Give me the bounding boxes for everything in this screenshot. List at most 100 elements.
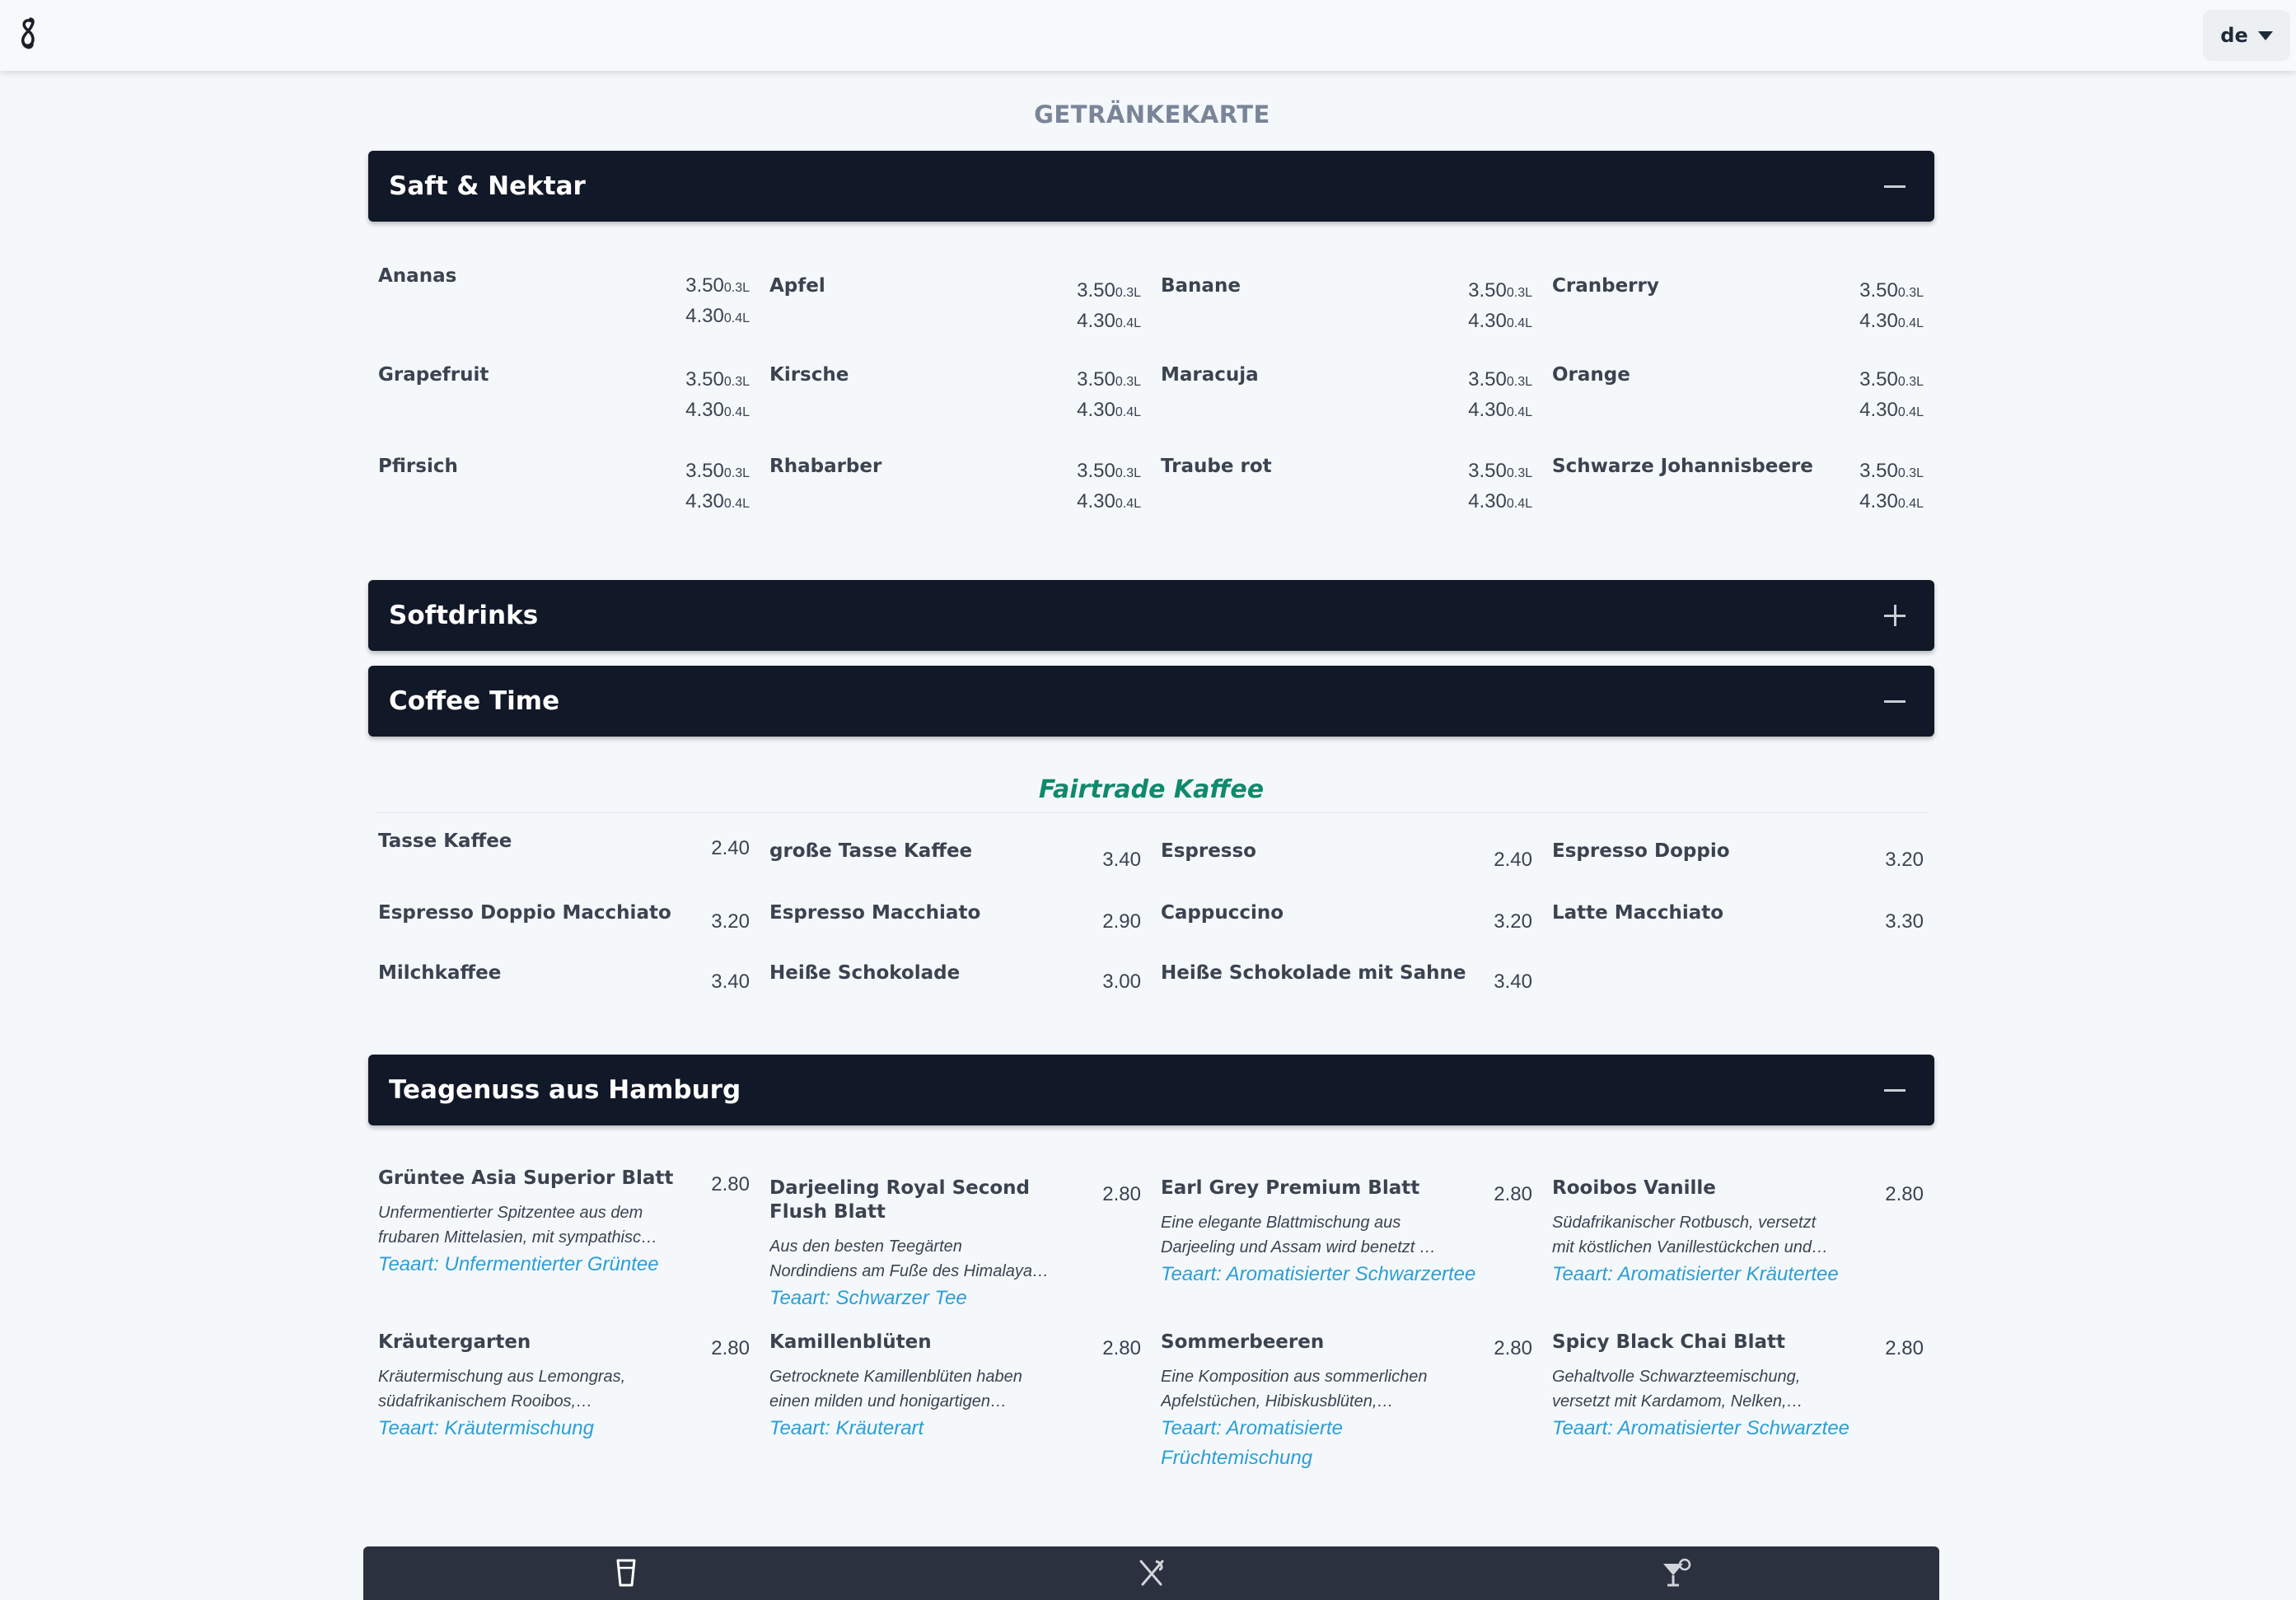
tea-type-link[interactable]: Teaart: Aromatisierter Schwarztee bbox=[1552, 1414, 1873, 1443]
nav-drinks[interactable] bbox=[363, 1546, 888, 1600]
drink-cup-icon bbox=[616, 1559, 635, 1587]
item-price: 3.40 bbox=[1102, 849, 1141, 871]
item-price: 2.80 bbox=[1494, 1337, 1532, 1359]
price-line: 3.500.3L bbox=[1859, 275, 1924, 306]
description-line: Nordindiens am Fuße des Himalaya… bbox=[769, 1262, 1050, 1280]
category-header-saft[interactable]: Saft & Nektar bbox=[368, 151, 1934, 222]
logo-icon[interactable] bbox=[16, 16, 41, 54]
item-price: 2.80 bbox=[1494, 1183, 1532, 1205]
collapse-minus-icon[interactable] bbox=[1884, 1079, 1906, 1101]
item-price: 3.00 bbox=[1102, 971, 1141, 993]
price-line: 4.300.4L bbox=[1077, 395, 1141, 425]
item-description: Eine elegante Blattmischung aus Darjeelin… bbox=[1161, 1210, 1466, 1260]
item-price: 2.80 bbox=[1102, 1183, 1141, 1205]
tea-type-link[interactable]: Teaart: Kräuterart bbox=[769, 1414, 1091, 1443]
tea-type-link[interactable]: Teaart: Unfermentierter Grüntee bbox=[378, 1250, 699, 1280]
price: 4.30 bbox=[1468, 490, 1507, 512]
item-name: Sommerbeeren bbox=[1161, 1331, 1325, 1353]
description-line: einen milden und honigartigen… bbox=[769, 1392, 1007, 1411]
collapse-minus-icon[interactable] bbox=[1884, 175, 1906, 197]
price-line: 3.500.3L bbox=[1077, 456, 1141, 486]
item-name: Grüntee Asia Superior Blatt bbox=[378, 1167, 674, 1189]
item-price: 2.40 bbox=[1494, 849, 1532, 871]
category-header-tea[interactable]: Teagenuss aus Hamburg bbox=[368, 1055, 1934, 1125]
item-name: Pfirsich bbox=[378, 456, 458, 477]
description-line: Unfermentierter Spitzentee aus dem bbox=[378, 1204, 643, 1222]
item-name: Darjeeling Royal Second Flush Blatt bbox=[769, 1177, 1031, 1223]
tea-type-link[interactable]: Teaart: Aromatisierter Schwarzertee bbox=[1161, 1260, 1482, 1289]
item-name: Rooibos Vanille bbox=[1552, 1177, 1716, 1199]
cocktail-icon bbox=[1662, 1558, 1690, 1587]
top-bar: de bbox=[0, 0, 2296, 71]
price-unit: 0.3L bbox=[1115, 466, 1141, 480]
price-unit: 0.3L bbox=[1506, 286, 1532, 300]
description-line: Eine Komposition aus sommerlichen bbox=[1161, 1368, 1428, 1386]
item-prices: 3.500.3L 4.300.4L bbox=[1077, 456, 1141, 517]
description-line: Apfelstüchen, Hibiskusblüten,… bbox=[1161, 1392, 1394, 1411]
tea-type-link[interactable]: Teaart: Aromatisierte Früchtemischung bbox=[1161, 1414, 1482, 1473]
language-selector[interactable]: de bbox=[2203, 10, 2290, 61]
collapse-minus-icon[interactable] bbox=[1884, 690, 1906, 712]
tea-type-link[interactable]: Teaart: Aromatisierter Kräutertee bbox=[1552, 1260, 1873, 1289]
description-line: mit köstlichen Vanillestückchen und… bbox=[1552, 1238, 1828, 1256]
price: 4.30 bbox=[685, 399, 724, 421]
item-name: große Tasse Kaffee bbox=[769, 840, 973, 862]
category-header-softdrinks[interactable]: Softdrinks bbox=[368, 580, 1934, 651]
price-unit: 0.3L bbox=[1115, 375, 1141, 389]
cutlery-icon bbox=[1139, 1560, 1163, 1586]
item-price: 3.40 bbox=[1494, 971, 1532, 993]
tea-type-link[interactable]: Teaart: Schwarzer Tee bbox=[769, 1284, 1091, 1313]
price-unit: 0.3L bbox=[1506, 466, 1532, 480]
nav-food[interactable] bbox=[889, 1546, 1414, 1600]
price-line: 3.500.3L bbox=[685, 270, 750, 301]
nav-cocktails[interactable] bbox=[1415, 1546, 1939, 1600]
item-prices: 3.500.3L 4.300.4L bbox=[685, 364, 750, 425]
price-unit: 0.4L bbox=[1897, 497, 1924, 511]
price-unit: 0.4L bbox=[723, 405, 750, 419]
item-prices: 3.500.3L 4.300.4L bbox=[1077, 364, 1141, 425]
description-line: frubaren Mittelasien, mit sympathisc… bbox=[378, 1228, 658, 1247]
item-name: Apfel bbox=[769, 275, 825, 297]
coffee-subheading: Fairtrade Kaffee bbox=[1038, 775, 1265, 804]
item-name: Espresso Macchiato bbox=[769, 902, 981, 924]
price-line: 4.300.4L bbox=[685, 301, 750, 331]
item-name: Heiße Schokolade bbox=[769, 962, 961, 984]
price-unit: 0.4L bbox=[1897, 405, 1924, 419]
item-description: Gehaltvolle Schwarzteemischung, versetzt … bbox=[1552, 1364, 1857, 1414]
price: 3.50 bbox=[1077, 460, 1115, 482]
expand-plus-icon[interactable] bbox=[1884, 605, 1906, 626]
item-name: Banane bbox=[1161, 275, 1241, 297]
item-name: Latte Macchiato bbox=[1552, 902, 1724, 924]
item-price: 2.80 bbox=[711, 1337, 750, 1359]
item-name: Earl Grey Premium Blatt bbox=[1161, 1177, 1420, 1199]
item-price: 3.40 bbox=[711, 971, 750, 993]
price: 4.30 bbox=[1859, 310, 1898, 332]
item-name: Rhabarber bbox=[769, 456, 882, 477]
price: 3.50 bbox=[1077, 368, 1115, 391]
item-prices: 3.500.3L 4.300.4L bbox=[685, 456, 750, 517]
category-header-coffee[interactable]: Coffee Time bbox=[368, 666, 1934, 737]
item-name: Espresso bbox=[1161, 840, 1256, 862]
item-description: Unfermentierter Spitzentee aus dem frubar… bbox=[378, 1200, 683, 1250]
category-title: Saft & Nektar bbox=[389, 171, 586, 201]
price: 3.50 bbox=[1859, 368, 1898, 391]
category-title: Softdrinks bbox=[389, 601, 539, 630]
item-description: Getrocknete Kamillenblüten haben einen mi… bbox=[769, 1364, 1074, 1414]
price: 4.30 bbox=[1077, 399, 1115, 421]
category-title: Teagenuss aus Hamburg bbox=[389, 1075, 741, 1105]
price: 4.30 bbox=[1859, 399, 1898, 421]
tea-type-link[interactable]: Teaart: Kräutermischung bbox=[378, 1414, 699, 1443]
item-description: Aus den besten Teegärten Nordindiens am F… bbox=[769, 1234, 1074, 1284]
price-line: 3.500.3L bbox=[685, 364, 750, 395]
description-line: Südafrikanischer Rotbusch, versetzt bbox=[1552, 1214, 1817, 1232]
item-name: Kirsche bbox=[769, 364, 849, 386]
price-line: 3.500.3L bbox=[1468, 456, 1532, 486]
price-unit: 0.3L bbox=[1897, 286, 1924, 300]
price-unit: 0.3L bbox=[1897, 466, 1924, 480]
item-name: Kamillenblüten bbox=[769, 1331, 932, 1353]
bottom-navigation bbox=[363, 1546, 1939, 1600]
price: 4.30 bbox=[685, 490, 724, 512]
item-prices: 3.500.3L 4.300.4L bbox=[685, 270, 750, 331]
price-unit: 0.4L bbox=[1115, 497, 1141, 511]
price-line: 4.300.4L bbox=[685, 486, 750, 517]
